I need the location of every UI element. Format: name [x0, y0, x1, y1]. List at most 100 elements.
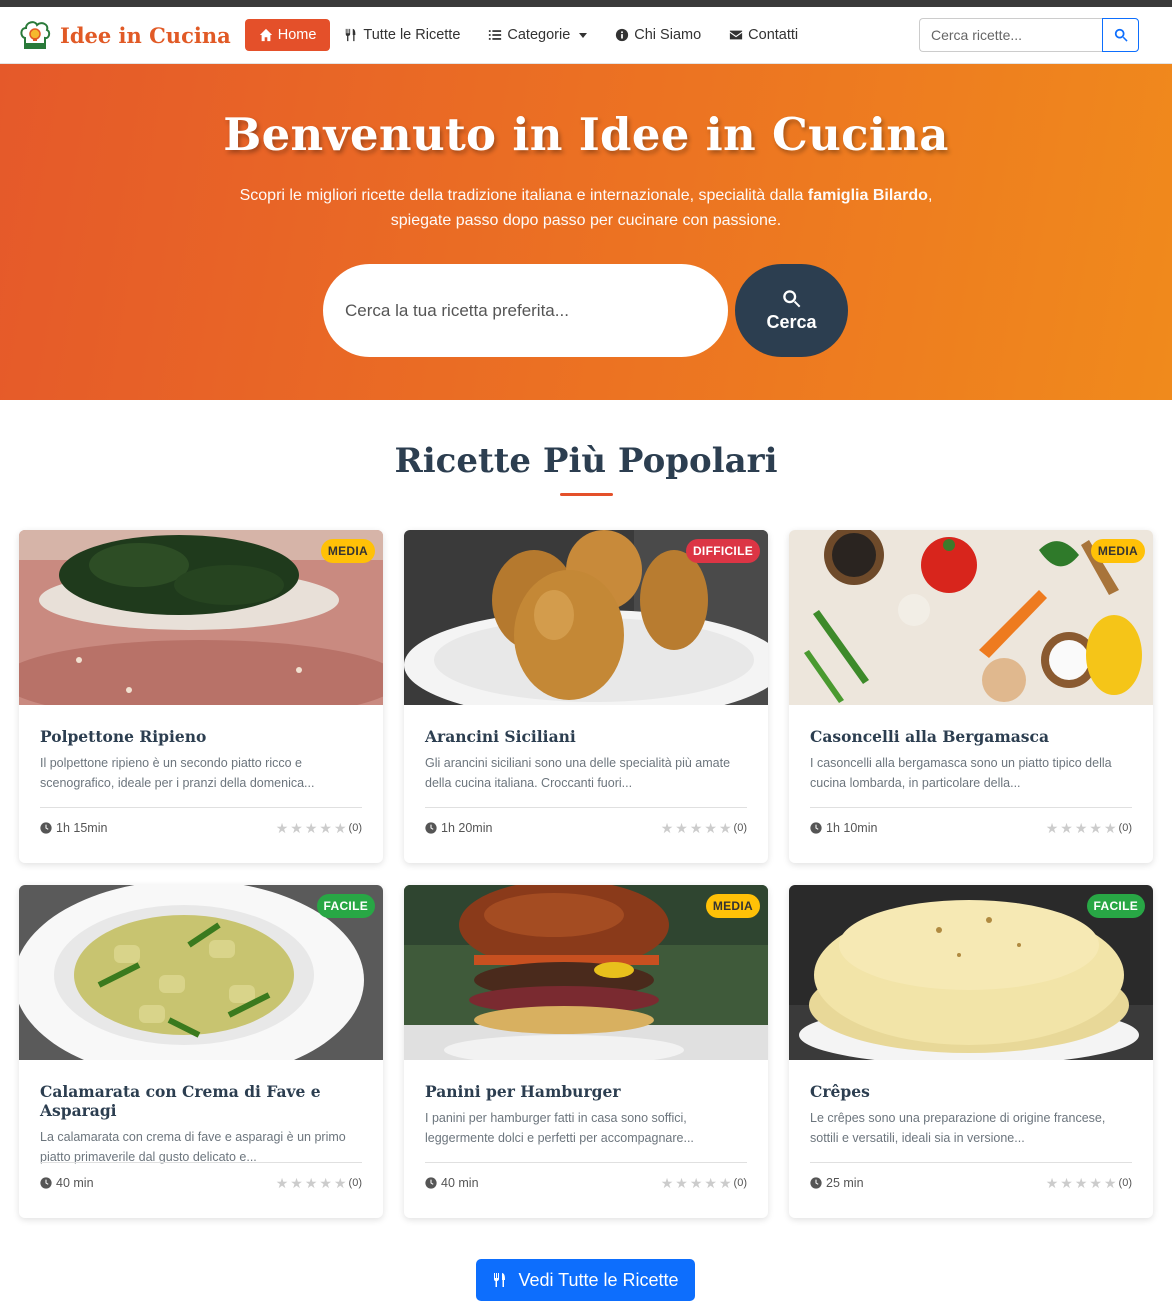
- recipe-image-arancini[interactable]: DIFFICILE: [404, 530, 768, 705]
- star-rating[interactable]: ★ ★ ★ ★ ★ (0): [276, 1176, 362, 1190]
- rating-count: (0): [733, 822, 747, 834]
- clock-icon: [425, 822, 437, 834]
- title-underline: [559, 493, 613, 496]
- hero-search-button-label: Cerca: [766, 311, 817, 332]
- recipe-description: Gli arancini siciliani sono una delle sp…: [425, 756, 731, 790]
- nav-about[interactable]: Chi Siamo: [601, 19, 715, 51]
- recipe-card[interactable]: MEDIA Casoncelli alla Bergamasca I cason…: [789, 530, 1153, 863]
- recipe-card[interactable]: FACILE Calamarata con Crema di Fave e As…: [19, 885, 383, 1218]
- star-icon: ★: [660, 1175, 674, 1191]
- star-icon: ★: [1089, 820, 1102, 836]
- navbar: Idee in Cucina Home Tutte le Ricette Cat…: [0, 7, 1172, 64]
- hero-subtitle-family: famiglia Bilardo: [807, 187, 928, 204]
- nav-about-label: Chi Siamo: [634, 27, 702, 43]
- star-icon: ★: [689, 820, 703, 836]
- recipe-time-value: 25 min: [826, 1176, 864, 1190]
- nav-contacts[interactable]: Contatti: [715, 19, 812, 51]
- star-icon: ★: [304, 820, 318, 836]
- rating-count: (0): [1118, 822, 1132, 834]
- hero-subtitle-text: Scopri le migliori ricette della tradizi…: [239, 187, 808, 204]
- list-icon: [489, 30, 502, 40]
- recipe-time-value: 1h 10min: [826, 821, 878, 835]
- star-icon: ★: [689, 1175, 703, 1191]
- star-icon: ★: [1060, 820, 1073, 836]
- nav-all-recipes-label: Tutte le Ricette: [363, 27, 461, 43]
- home-icon: [259, 28, 272, 42]
- recipe-title[interactable]: Casoncelli alla Bergamasca: [810, 727, 1132, 746]
- nav-categories-label: Categorie: [507, 27, 571, 43]
- star-icon: ★: [319, 820, 332, 836]
- nav-home[interactable]: Home: [244, 19, 331, 51]
- star-icon: ★: [660, 820, 674, 836]
- difficulty-badge: MEDIA: [705, 894, 760, 918]
- recipe-time: 1h 15min: [40, 821, 107, 835]
- view-all-recipes-label: Vedi Tutte le Ricette: [518, 1269, 679, 1290]
- recipe-meta: 1h 10min ★ ★ ★ ★ ★ (0): [810, 807, 1132, 835]
- recipe-image-polpettone[interactable]: MEDIA: [19, 530, 383, 705]
- caret-down-icon: [579, 32, 588, 38]
- recipe-time-value: 1h 20min: [441, 821, 493, 835]
- hero-banner: Benvenuto in Idee in Cucina Scopri le mi…: [0, 64, 1172, 400]
- difficulty-badge: MEDIA: [320, 539, 375, 563]
- nav-all-recipes[interactable]: Tutte le Ricette: [330, 19, 474, 51]
- recipe-time: 40 min: [40, 1176, 94, 1190]
- recipe-image-hamburger[interactable]: MEDIA: [404, 885, 768, 1060]
- nav-search-button[interactable]: [1102, 18, 1139, 52]
- hero-search-button[interactable]: Cerca: [735, 264, 848, 357]
- recipe-title[interactable]: Crêpes: [810, 1082, 1132, 1101]
- star-icon: ★: [333, 1175, 347, 1191]
- star-icon: ★: [304, 1175, 318, 1191]
- rating-count: (0): [1118, 1177, 1132, 1189]
- recipe-card[interactable]: MEDIA Polpettone Ripieno Il polpettone r…: [19, 530, 383, 863]
- nav-search: [919, 18, 1139, 52]
- nav-categories-dropdown[interactable]: Categorie: [474, 19, 601, 51]
- star-icon: ★: [1103, 1175, 1117, 1191]
- recipe-time: 1h 20min: [425, 821, 492, 835]
- difficulty-badge: FACILE: [1086, 894, 1145, 918]
- recipe-image-casoncelli[interactable]: MEDIA: [789, 530, 1153, 705]
- recipe-title[interactable]: Calamarata con Crema di Fave e Asparagi: [40, 1082, 362, 1120]
- recipe-card[interactable]: FACILE Crêpes Le crêpes sono una prepara…: [789, 885, 1153, 1218]
- star-icon: ★: [1074, 1175, 1088, 1191]
- hero-search-input[interactable]: [323, 264, 728, 357]
- star-icon: ★: [718, 820, 732, 836]
- star-icon: ★: [704, 1175, 717, 1191]
- recipe-card[interactable]: MEDIA Panini per Hamburger I panini per …: [404, 885, 768, 1218]
- rating-count: (0): [733, 1177, 747, 1189]
- star-rating[interactable]: ★ ★ ★ ★ ★ (0): [276, 821, 362, 835]
- view-all-recipes-button[interactable]: Vedi Tutte le Ricette: [476, 1259, 695, 1301]
- recipe-description: I casoncelli alla bergamasca sono un pia…: [810, 756, 1112, 790]
- rating-count: (0): [348, 822, 362, 834]
- hero-subtitle: Scopri le migliori ricette della tradizi…: [0, 183, 1172, 233]
- recipe-card[interactable]: DIFFICILE Arancini Siciliani Gli arancin…: [404, 530, 768, 863]
- hero-subtitle-line2: spiegate passo dopo passo per cucinare c…: [390, 212, 782, 229]
- star-icon: ★: [290, 820, 303, 836]
- recipe-image-crepes[interactable]: FACILE: [789, 885, 1153, 1060]
- info-icon: [616, 28, 629, 42]
- hero-search: Cerca: [323, 264, 848, 357]
- recipe-title[interactable]: Panini per Hamburger: [425, 1082, 747, 1101]
- utensils-icon: [346, 28, 356, 42]
- recipe-description: Il polpettone ripieno è un secondo piatt…: [40, 756, 315, 790]
- star-rating[interactable]: ★ ★ ★ ★ ★ (0): [1046, 1176, 1132, 1190]
- recipe-title[interactable]: Polpettone Ripieno: [40, 727, 362, 746]
- recipe-image-calamarata[interactable]: FACILE: [19, 885, 383, 1060]
- utensils-icon: [494, 1273, 506, 1287]
- star-rating[interactable]: ★ ★ ★ ★ ★ (0): [661, 1176, 747, 1190]
- clock-icon: [810, 822, 822, 834]
- recipe-meta: 40 min ★ ★ ★ ★ ★ (0): [425, 1162, 747, 1190]
- clock-icon: [40, 1177, 52, 1189]
- difficulty-badge: DIFFICILE: [685, 539, 760, 563]
- star-icon: ★: [1045, 820, 1059, 836]
- recipe-description: La calamarata con crema di fave e aspara…: [40, 1130, 346, 1164]
- star-rating[interactable]: ★ ★ ★ ★ ★ (0): [661, 821, 747, 835]
- star-icon: ★: [675, 820, 688, 836]
- recipe-time-value: 1h 15min: [56, 821, 108, 835]
- brand-name: Idee in Cucina: [60, 22, 231, 48]
- clock-icon: [810, 1177, 822, 1189]
- top-strip: [0, 0, 1172, 7]
- brand[interactable]: Idee in Cucina: [18, 18, 231, 52]
- star-rating[interactable]: ★ ★ ★ ★ ★ (0): [1046, 821, 1132, 835]
- nav-search-input[interactable]: [919, 18, 1102, 52]
- recipe-title[interactable]: Arancini Siciliani: [425, 727, 747, 746]
